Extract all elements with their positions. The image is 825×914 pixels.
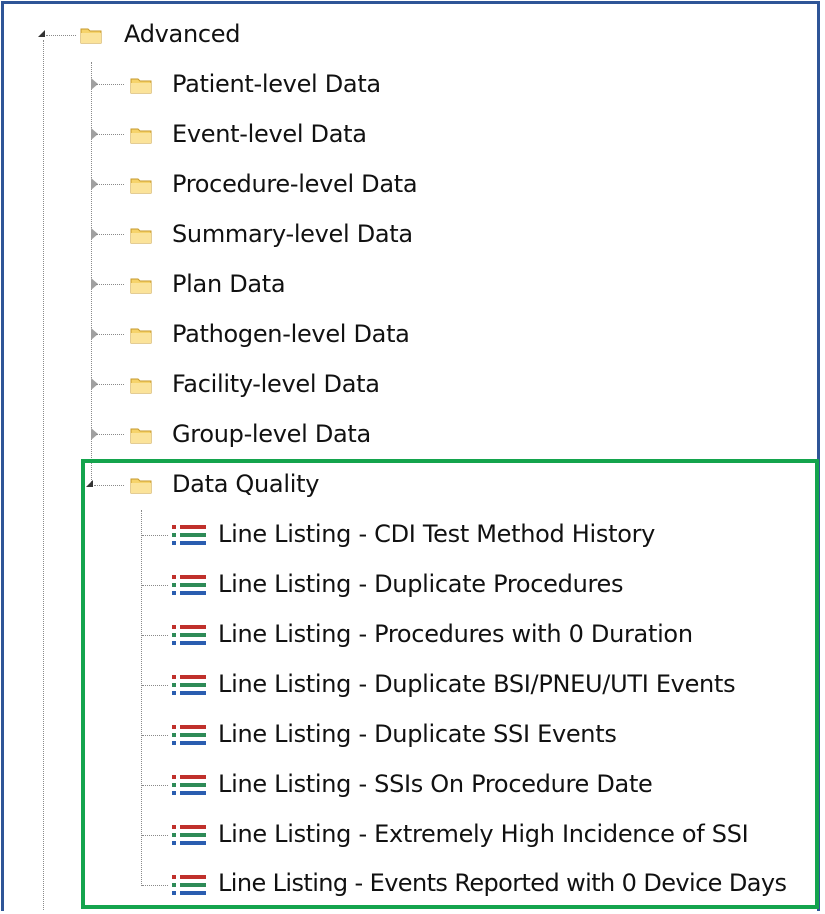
- tree-connector: [96, 234, 124, 235]
- tree-node-label: Summary-level Data: [172, 220, 413, 248]
- tree-connector: [96, 184, 124, 185]
- folder-icon: [80, 26, 102, 44]
- tree-node-label: Patient-level Data: [172, 70, 381, 98]
- tree-connector: [96, 384, 124, 385]
- tree-node-label: Event-level Data: [172, 120, 367, 148]
- line-listing-icon: [172, 724, 206, 746]
- line-listing-icon: [172, 874, 206, 896]
- tree-guide-root: [43, 40, 44, 910]
- tree-connector: [142, 835, 168, 836]
- folder-icon: [130, 226, 152, 244]
- tree-connector: [142, 785, 168, 786]
- tree-node-label: Advanced: [124, 20, 241, 48]
- folder-icon: [130, 376, 152, 394]
- line-listing-icon: [172, 574, 206, 596]
- tree-node-label: Data Quality: [172, 470, 320, 498]
- tree-connector: [96, 334, 124, 335]
- line-listing-icon: [172, 524, 206, 546]
- folder-icon: [130, 276, 152, 294]
- tree-node-label: Facility-level Data: [172, 370, 380, 398]
- tree-connector: [96, 84, 124, 85]
- report-label: Line Listing - SSIs On Procedure Date: [218, 770, 653, 798]
- folder-icon: [130, 326, 152, 344]
- report-label: Line Listing - Extremely High Incidence …: [218, 820, 749, 848]
- tree-connector: [46, 35, 76, 36]
- report-label: Line Listing - Events Reported with 0 De…: [218, 869, 787, 897]
- folder-icon: [130, 426, 152, 444]
- tree-connector: [96, 434, 124, 435]
- tree-connector: [96, 134, 124, 135]
- report-label: Line Listing - CDI Test Method History: [218, 520, 656, 548]
- tree-connector: [142, 635, 168, 636]
- report-label: Line Listing - Duplicate SSI Events: [218, 720, 617, 748]
- folder-icon: [130, 76, 152, 94]
- tree-node-label: Pathogen-level Data: [172, 320, 410, 348]
- report-tree: Advanced Patient-level Data Event-level …: [0, 0, 825, 914]
- tree-node-label: Plan Data: [172, 270, 286, 298]
- expand-arrow-icon[interactable]: [86, 480, 93, 487]
- report-label: Line Listing - Duplicate Procedures: [218, 570, 624, 598]
- tree-connector: [142, 585, 168, 586]
- tree-connector: [96, 284, 124, 285]
- report-label: Line Listing - Procedures with 0 Duratio…: [218, 620, 693, 648]
- line-listing-icon: [172, 774, 206, 796]
- folder-icon: [130, 476, 152, 494]
- report-label: Line Listing - Duplicate BSI/PNEU/UTI Ev…: [218, 670, 736, 698]
- tree-guide-level1: [91, 62, 92, 486]
- folder-icon: [130, 126, 152, 144]
- tree-connector: [142, 535, 168, 536]
- line-listing-icon: [172, 674, 206, 696]
- tree-connector: [94, 485, 124, 486]
- tree-connector: [142, 735, 168, 736]
- tree-connector: [142, 685, 168, 686]
- tree-guide-level2: [141, 510, 142, 886]
- folder-icon: [130, 176, 152, 194]
- tree-node-label: Group-level Data: [172, 420, 371, 448]
- line-listing-icon: [172, 624, 206, 646]
- line-listing-icon: [172, 824, 206, 846]
- tree-connector: [142, 885, 168, 886]
- expand-arrow-icon[interactable]: [38, 30, 45, 37]
- tree-node-label: Procedure-level Data: [172, 170, 418, 198]
